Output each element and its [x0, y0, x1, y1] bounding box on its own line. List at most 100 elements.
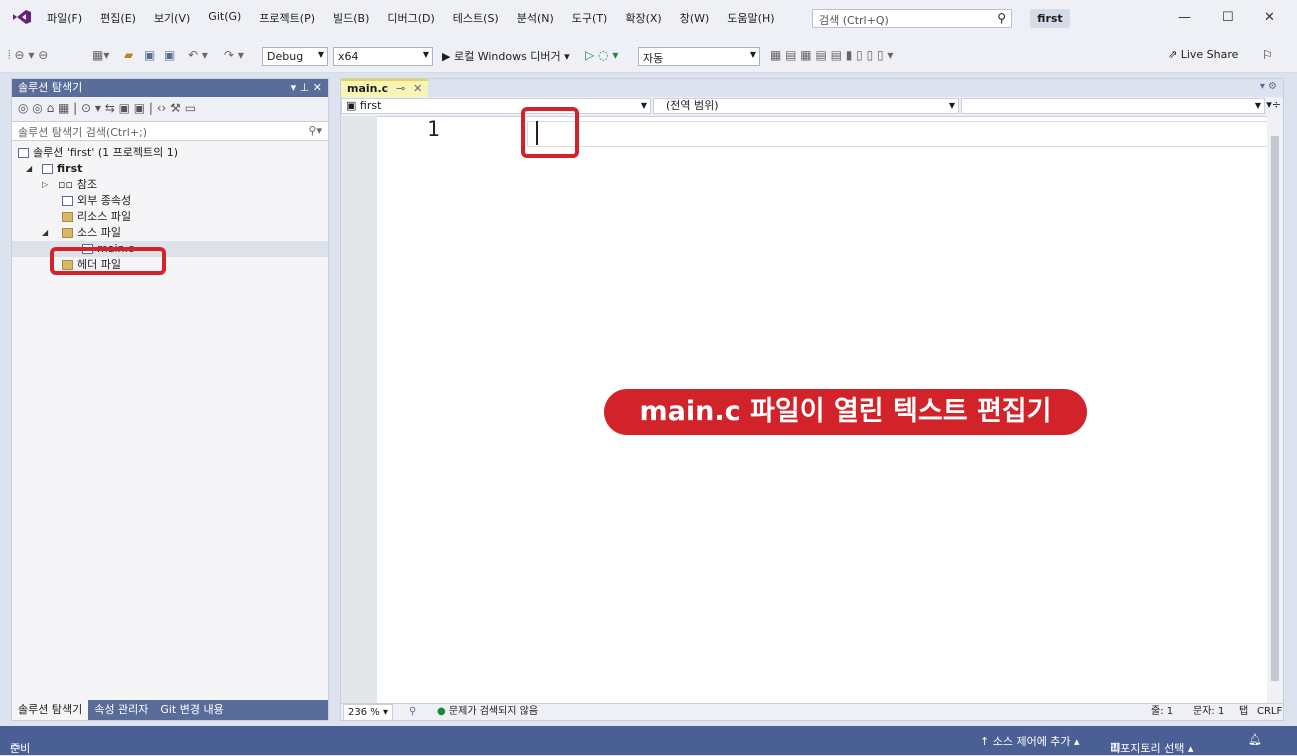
menu-extensions[interactable]: 확장(X) — [616, 10, 670, 26]
search-icon: ⚲ — [997, 11, 1006, 25]
solution-search-placeholder: 솔루션 탐색기 검색(Ctrl+;) — [18, 126, 148, 139]
save-all-icon[interactable]: ▣ — [164, 48, 175, 62]
tab-solution-explorer[interactable]: 솔루션 탐색기 — [12, 700, 89, 720]
issues-indicator[interactable]: ● 문제가 검색되지 않음 — [437, 704, 538, 719]
tree-item-external-deps[interactable]: 외부 종속성 — [12, 193, 328, 209]
scrollbar-thumb[interactable] — [1271, 136, 1279, 681]
auto-select[interactable]: 자동 ▼ — [638, 47, 760, 66]
split-editor-icon[interactable]: ▾÷ — [1266, 98, 1281, 111]
pin-icon[interactable]: ⊸ — [396, 82, 405, 95]
panel-bottom-tabs: 솔루션 탐색기 속성 관리자 Git 변경 내용 — [12, 700, 328, 720]
solution-search-input[interactable]: 솔루션 탐색기 검색(Ctrl+;) ⚲▾ — [12, 121, 328, 141]
tab-indicator[interactable]: 탭 — [1239, 704, 1248, 719]
menu-project[interactable]: 프로젝트(P) — [250, 10, 324, 26]
tab-property-manager[interactable]: 속성 관리자 — [88, 700, 154, 720]
start-without-debugging-icon[interactable]: ▷ ◌ ▾ — [585, 48, 618, 62]
line-indicator[interactable]: 줄: 1 — [1151, 704, 1173, 719]
local-debugger-button[interactable]: ▶ 로컬 Windows 디버거 ▾ — [442, 48, 570, 64]
editor-tab-bar: main.c ⊸ ✕ ▾ ⚙ — [341, 79, 1283, 97]
chevron-down-icon: ▼ — [422, 50, 429, 59]
ready-text: 준비 — [10, 742, 31, 755]
tab-overflow-icon[interactable]: ▾ ⚙ — [1260, 81, 1277, 92]
issues-text: 문제가 검색되지 않음 — [448, 706, 539, 717]
save-icon[interactable]: ▣ — [144, 48, 155, 62]
zoom-select[interactable]: 236 % ▾ — [343, 704, 393, 721]
project-nav-select[interactable]: ▣ first ▼ — [341, 98, 651, 114]
menu-help[interactable]: 도움말(H) — [718, 10, 783, 26]
solution-explorer-panel: 솔루션 탐색기 ▾ ⊥ ✕ ◎ ◎ ⌂ ▦ | ⊙ ▾ ⇆ ▣ ▣ | ‹› ⚒… — [11, 78, 329, 721]
folder-icon — [62, 228, 73, 238]
current-line-highlight — [527, 121, 1269, 147]
panel-window-controls[interactable]: ▾ ⊥ ✕ — [291, 79, 322, 97]
line-number: 1 — [427, 117, 440, 141]
scope-nav-select[interactable]: (전역 범위) ▼ — [653, 98, 959, 114]
eol-indicator[interactable]: CRLF — [1257, 704, 1282, 719]
editor-status-bar: 236 % ▾ ⚲ ● 문제가 검색되지 않음 줄: 1 문자: 1 탭 CRL… — [341, 703, 1283, 721]
menu-debug[interactable]: 디버그(D) — [378, 10, 443, 26]
vertical-scrollbar[interactable] — [1267, 116, 1283, 706]
global-search-input[interactable]: 검색 (Ctrl+Q) ⚲ — [812, 9, 1012, 28]
solution-icon — [18, 148, 29, 158]
visual-studio-logo-icon[interactable] — [12, 9, 32, 25]
collapsed-arrow-icon[interactable]: ▷ — [42, 177, 48, 193]
platform-select[interactable]: x64 ▼ — [333, 47, 433, 66]
redo-icon[interactable]: ↷ ▾ — [224, 48, 244, 62]
solution-name-badge: first — [1030, 9, 1070, 28]
solution-explorer-toolbar[interactable]: ◎ ◎ ⌂ ▦ | ⊙ ▾ ⇆ ▣ ▣ | ‹› ⚒ ▭ — [12, 97, 328, 121]
new-project-icon[interactable]: ▦▾ — [92, 48, 109, 62]
repo-select-text: 리포지토리 선택 ▴ — [1110, 742, 1194, 755]
undo-icon[interactable]: ↶ ▾ — [188, 48, 208, 62]
chevron-down-icon: ▼ — [749, 50, 756, 59]
live-share-label: Live Share — [1180, 48, 1239, 61]
menu-file[interactable]: 파일(F) — [38, 10, 91, 26]
menu-test[interactable]: 테스트(S) — [444, 10, 508, 26]
open-folder-icon[interactable]: ▰ — [124, 48, 133, 62]
column-indicator[interactable]: 문자: 1 — [1193, 704, 1224, 719]
expanded-arrow-icon[interactable]: ◢ — [42, 225, 48, 241]
menu-build[interactable]: 빌드(B) — [324, 10, 378, 26]
maximize-icon[interactable]: ☐ — [1222, 10, 1234, 25]
nav-project-value: first — [359, 99, 382, 112]
menu-view[interactable]: 보기(V) — [145, 10, 199, 26]
notifications-icon[interactable]: 🔔︎ — [1248, 733, 1262, 746]
nav-back-forward-icon[interactable]: ⦙ ⊖ ▾ ⊖ — [8, 48, 48, 63]
minimize-icon[interactable]: — — [1178, 10, 1191, 25]
tree-item-project[interactable]: ◢ first — [12, 161, 328, 177]
tab-git-changes[interactable]: Git 변경 내용 — [154, 700, 229, 720]
tab-main-c[interactable]: main.c ⊸ ✕ — [341, 79, 429, 97]
platform-value: x64 — [338, 50, 359, 63]
editor-navigation-bar: ▣ first ▼ (전역 범위) ▼ ▼ ▾÷ — [341, 97, 1283, 117]
code-cleanup-icon[interactable]: ⚲ — [409, 704, 416, 719]
project-icon — [42, 164, 53, 174]
tree-item-references[interactable]: ▷ ▫▫ 참조 — [12, 177, 328, 193]
menu-edit[interactable]: 편집(E) — [91, 10, 145, 26]
config-value: Debug — [267, 50, 304, 63]
close-icon[interactable]: ✕ — [1264, 10, 1275, 25]
toolbar-extra-icons[interactable]: ▦ ▤ ▦ ▤ ▤ ▮ ▯ ▯ ▯ ▾ — [770, 48, 893, 62]
menu-analyze[interactable]: 분석(N) — [508, 10, 563, 26]
close-tab-icon[interactable]: ✕ — [413, 82, 422, 95]
tree-label: 솔루션 'first' (1 프로젝트의 1) — [33, 146, 179, 159]
tree-label: 참조 — [76, 178, 98, 191]
menu-window[interactable]: 창(W) — [671, 10, 719, 26]
tree-label: 리소스 파일 — [77, 210, 132, 223]
tree-label: first — [57, 162, 83, 175]
standard-toolbar: ⦙ ⊖ ▾ ⊖ ▦▾ ▰ ▣ ▣ ↶ ▾ ↷ ▾ Debug ▼ x64 ▼ ▶ 로… — [0, 40, 1297, 73]
menu-tools[interactable]: 도구(T) — [563, 10, 617, 26]
tab-label: main.c — [347, 82, 389, 95]
live-share-button[interactable]: ⇗ Live Share — [1168, 48, 1238, 61]
search-placeholder: 검색 (Ctrl+Q) — [819, 14, 889, 27]
chevron-down-icon: ▼ — [948, 101, 955, 110]
config-select[interactable]: Debug ▼ — [262, 47, 328, 66]
source-control-button[interactable]: ↑ 소스 제어에 추가 ▴ — [980, 733, 1080, 749]
tree-item-resource-files[interactable]: 리소스 파일 — [12, 209, 328, 225]
caret-highlight-box — [521, 107, 579, 158]
member-nav-select[interactable]: ▼ — [961, 98, 1265, 114]
feedback-icon[interactable]: ⚐ — [1262, 48, 1273, 62]
tree-item-solution[interactable]: 솔루션 'first' (1 프로젝트의 1) — [12, 145, 328, 161]
tree-item-source-files[interactable]: ◢ 소스 파일 — [12, 225, 328, 241]
chevron-down-icon: ▼ — [640, 101, 647, 110]
menu-git[interactable]: Git(G) — [199, 10, 250, 26]
expanded-arrow-icon[interactable]: ◢ — [26, 161, 32, 177]
project-icon: ▣ — [346, 99, 360, 112]
